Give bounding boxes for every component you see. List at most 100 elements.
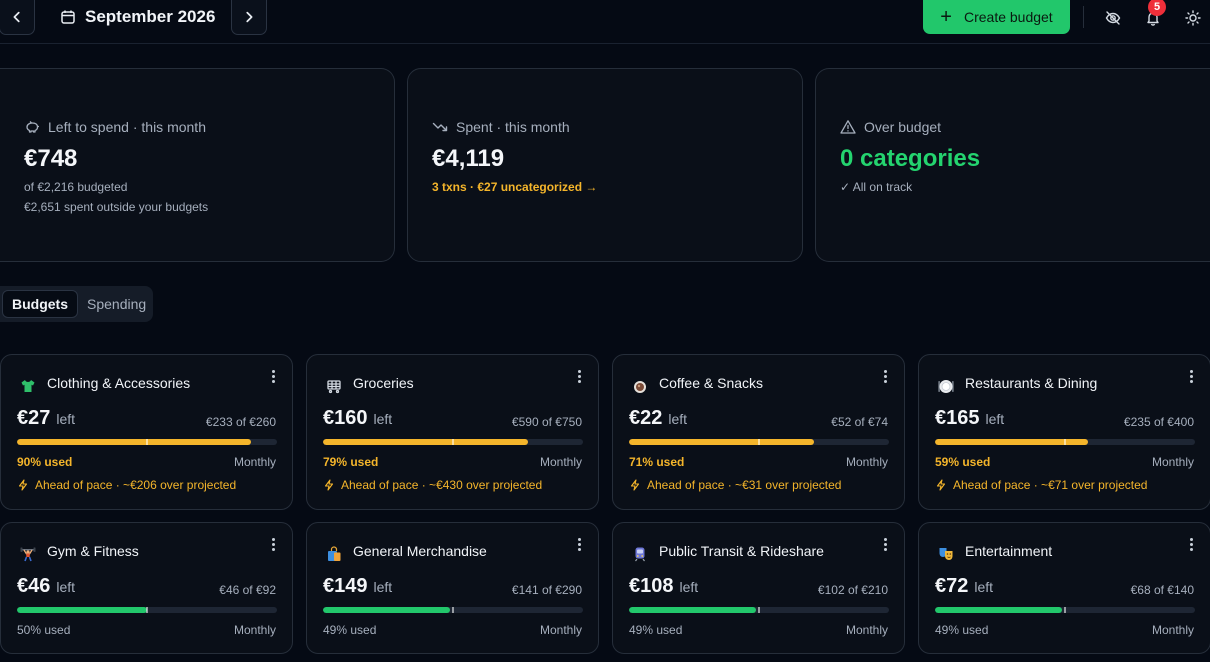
chevron-left-icon [13, 11, 20, 23]
calendar-icon [61, 10, 75, 24]
progress-fill [17, 607, 147, 613]
more-options-button[interactable] [880, 367, 890, 385]
warning-triangle-icon [840, 120, 856, 134]
amount-left: €165 left [935, 407, 1004, 430]
budget-card[interactable]: Public Transit & Rideshare €108 left €102 o… [612, 522, 905, 654]
more-options-button[interactable] [880, 535, 890, 553]
progress-bar [629, 607, 889, 613]
amount-left-value: €108 [629, 575, 674, 597]
percent-used: 71% used [629, 455, 685, 469]
budget-name: Gym & Fitness [47, 543, 139, 559]
lightning-icon [324, 479, 334, 491]
percent-used: 90% used [17, 455, 73, 469]
more-options-button[interactable] [268, 367, 278, 385]
budget-card[interactable]: Clothing & Accessories €27 left €233 of €26… [0, 354, 293, 510]
piggy-bank-icon [26, 121, 39, 133]
train-icon [631, 545, 649, 563]
dot [577, 547, 581, 551]
more-options-button[interactable] [574, 367, 584, 385]
budget-card[interactable]: General Merchandise €149 left €141 of €290 4… [306, 522, 599, 654]
toolbar-divider [1083, 6, 1084, 28]
budget-frequency: Monthly [1151, 623, 1194, 637]
dot [1189, 374, 1193, 378]
current-month: September 2026 [85, 7, 216, 26]
budget-card[interactable]: Coffee & Snacks €22 left €52 of €74 71% used… [612, 354, 905, 510]
pace-warning-text: Ahead of pace · ~€206 over projected [35, 478, 237, 492]
progress-fill [629, 439, 814, 445]
next-month-button[interactable] [231, 0, 267, 35]
pace-marker [1064, 439, 1066, 445]
dot [271, 547, 275, 551]
progress-fill [17, 439, 251, 445]
dot [883, 374, 887, 378]
progress-fill [323, 607, 451, 613]
pace-marker [146, 439, 148, 445]
dot [271, 374, 275, 378]
dot [1189, 369, 1193, 373]
pace-marker [758, 607, 760, 613]
amount-left-word: left [56, 411, 76, 427]
budget-card[interactable]: Restaurants & Dining €165 left €235 of €400… [918, 354, 1210, 510]
dot [577, 369, 581, 373]
pace-warning: Ahead of pace · ~€430 over projected [323, 478, 542, 492]
dot [271, 369, 275, 373]
previous-month-button[interactable] [0, 0, 35, 35]
budgeted-total: of €2,216 budgeted [24, 180, 128, 194]
spent-of-budget: €141 of €290 [511, 583, 582, 597]
hide-amounts-button[interactable] [1103, 8, 1123, 28]
progress-fill [629, 607, 757, 613]
spent-of-budget: €233 of €260 [205, 415, 276, 429]
sun-icon [1185, 10, 1201, 26]
spent-card: Spent · this month €4,119 3 txns · €27 u… [407, 68, 803, 262]
amount-left-word: left [373, 411, 393, 427]
dot [883, 542, 887, 546]
create-budget-button[interactable]: + Create budget [923, 0, 1070, 34]
percent-used: 49% used [629, 623, 683, 637]
amount-left: €160 left [323, 407, 392, 430]
chevron-right-icon [246, 11, 253, 23]
progress-bar [323, 439, 583, 445]
percent-used: 50% used [17, 623, 71, 637]
amount-left: €22 left [629, 407, 687, 430]
dot [1189, 542, 1193, 546]
amount-left-word: left [373, 579, 393, 595]
more-options-button[interactable] [1186, 367, 1196, 385]
budget-frequency: Monthly [539, 455, 582, 469]
dot [577, 374, 581, 378]
pace-marker [452, 439, 454, 445]
tab-spending[interactable]: Spending [78, 290, 155, 318]
amount-left-word: left [56, 579, 76, 595]
theme-toggle-button[interactable] [1183, 8, 1203, 28]
amount-left: €72 left [935, 575, 993, 598]
budget-card[interactable]: Entertainment €72 left €68 of €140 49% used M… [918, 522, 1210, 654]
dot [883, 379, 887, 383]
pace-marker [146, 607, 148, 613]
amount-left-value: €165 [935, 407, 980, 429]
progress-bar [935, 607, 1195, 613]
progress-fill [935, 607, 1063, 613]
dot [1189, 379, 1193, 383]
dot [883, 537, 887, 541]
budget-card[interactable]: Groceries €160 left €590 of €750 79% used Mon… [306, 354, 599, 510]
uncategorized-link[interactable]: 3 txns · €27 uncategorized → [432, 180, 597, 194]
notification-badge: 5 [1148, 0, 1166, 16]
lightning-icon [936, 479, 946, 491]
pace-warning-text: Ahead of pace · ~€430 over projected [341, 478, 543, 492]
pace-marker [758, 439, 760, 445]
over-budget-label: Over budget [864, 119, 942, 135]
progress-bar [935, 439, 1195, 445]
month-selector[interactable]: September 2026 [60, 6, 215, 28]
percent-used: 49% used [935, 623, 989, 637]
amount-left: €27 left [17, 407, 75, 430]
progress-bar [323, 607, 583, 613]
cart-icon [325, 377, 343, 395]
more-options-button[interactable] [1186, 535, 1196, 553]
spent-of-budget: €68 of €140 [1130, 583, 1194, 597]
budget-card[interactable]: Gym & Fitness €46 left €46 of €92 50% used Mo… [0, 522, 293, 654]
spent-of-budget: €590 of €750 [511, 415, 582, 429]
over-budget-label-row: Over budget [840, 119, 941, 135]
percent-used: 79% used [323, 455, 379, 469]
tab-budgets[interactable]: Budgets [2, 290, 78, 318]
more-options-button[interactable] [268, 535, 278, 553]
more-options-button[interactable] [574, 535, 584, 553]
